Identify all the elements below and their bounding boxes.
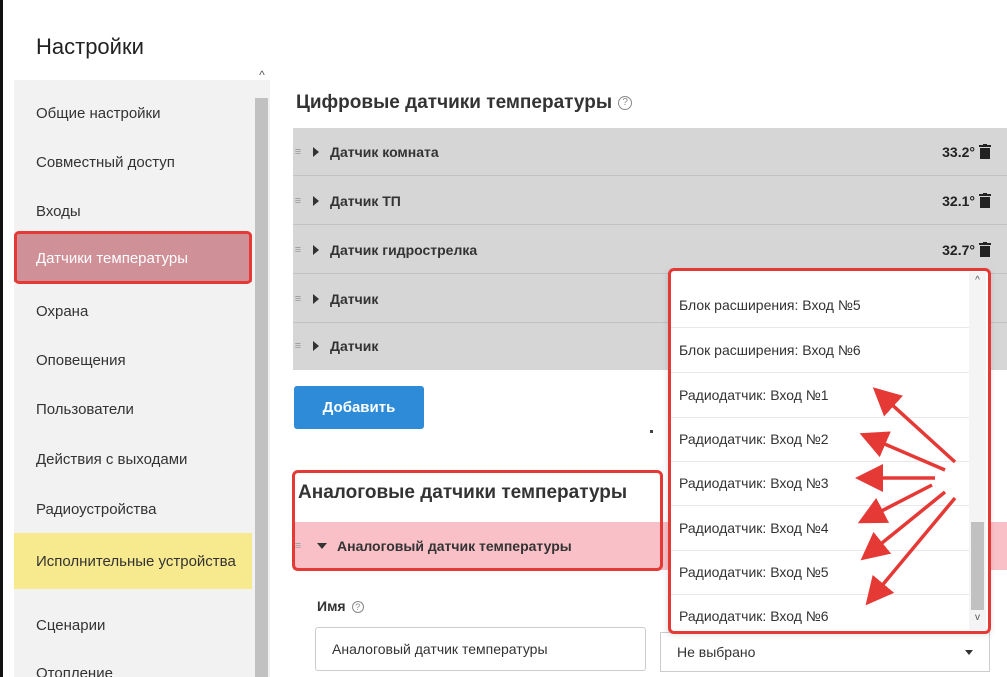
help-icon[interactable]: ? [351,601,364,614]
sensor-row[interactable]: ≡ Датчик гидрострелка 32.7° [293,226,1007,274]
select-value: Не выбрано [677,644,756,660]
annotation-highlight-nav [14,231,252,284]
sidebar-item-scenarios[interactable]: Сценарии [14,601,252,649]
scroll-up-arrow-icon[interactable]: ^ [256,68,268,82]
sidebar-item-notifications[interactable]: Оповещения [14,336,252,384]
add-sensor-button[interactable]: Добавить [294,386,424,429]
trash-icon[interactable] [979,193,991,208]
digital-sensors-title-text: Цифровые датчики температуры [296,92,613,113]
sensor-temperature: 33.2° [942,144,975,160]
annotation-highlight-analog [292,470,663,571]
sensor-name: Датчик ТП [330,193,401,209]
window-edge [0,0,3,677]
sidebar-item-general[interactable]: Общие настройки [14,89,252,137]
sensor-name: Датчик гидрострелка [330,242,478,258]
name-label-text: Имя [317,598,346,614]
sidebar-item-radio-devices[interactable]: Радиоустройства [14,485,252,533]
annotation-highlight-dropdown [668,268,991,634]
sidebar-item-sharing[interactable]: Совместный доступ [14,138,252,186]
digital-sensors-title: Цифровые датчики температуры? [296,92,633,114]
sidebar-item-users[interactable]: Пользователи [14,385,252,433]
sidebar-scrollbar-thumb[interactable] [255,98,268,677]
name-field-label: Имя? [317,598,364,614]
sidebar-item-inputs[interactable]: Входы [14,187,252,235]
sensor-name: Датчик [330,291,379,307]
expand-caret-icon[interactable] [313,294,319,304]
sensor-name: Датчик [330,338,379,354]
trash-icon[interactable] [979,242,991,257]
drag-handle-icon[interactable]: ≡ [293,322,303,370]
sensor-temperature: 32.1° [942,193,975,209]
input-source-select[interactable]: Не выбрано [660,632,990,672]
drag-handle-icon[interactable]: ≡ [293,275,303,323]
sidebar-item-heating[interactable]: Отопление [14,650,252,677]
dot-mark [650,430,653,433]
sidebar-item-output-actions[interactable]: Действия с выходами [14,435,252,483]
sidebar-item-security[interactable]: Охрана [14,287,252,335]
expand-caret-icon[interactable] [313,245,319,255]
drag-handle-icon[interactable]: ≡ [293,226,303,274]
sensor-name: Датчик комната [330,144,439,160]
drag-handle-icon[interactable]: ≡ [293,177,303,225]
trash-icon[interactable] [979,144,991,159]
sidebar-item-actuators[interactable]: Исполнительные устройства [14,533,252,589]
expand-caret-icon[interactable] [313,341,319,351]
sensor-temperature: 32.7° [942,242,975,258]
drag-handle-icon[interactable]: ≡ [293,128,303,176]
page-title: Настройки [36,34,144,59]
expand-caret-icon[interactable] [313,196,319,206]
chevron-down-icon[interactable] [965,650,973,655]
help-icon[interactable]: ? [618,95,633,110]
sensor-row[interactable]: ≡ Датчик комната 33.2° [293,128,1007,176]
name-input[interactable]: Аналоговый датчик температуры [315,627,646,671]
expand-caret-icon[interactable] [313,147,319,157]
sensor-row[interactable]: ≡ Датчик ТП 32.1° [293,177,1007,225]
